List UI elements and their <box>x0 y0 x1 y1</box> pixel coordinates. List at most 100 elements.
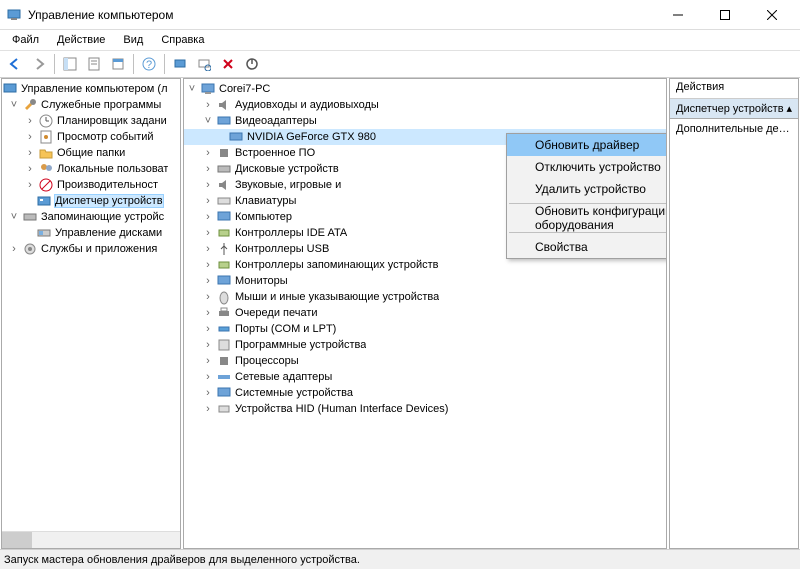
tree-eventviewer[interactable]: › Просмотр событий <box>2 129 180 145</box>
tree-devmgr[interactable]: Диспетчер устройств <box>2 193 180 209</box>
actions-selected[interactable]: Диспетчер устройств ▴ <box>670 99 798 119</box>
device-ports[interactable]: ›Порты (COM и LPT) <box>184 321 666 337</box>
expand-icon[interactable]: › <box>202 243 214 255</box>
expand-icon[interactable]: › <box>202 163 214 175</box>
actions-pane: Действия Диспетчер устройств ▴ Дополните… <box>669 78 799 549</box>
close-button[interactable] <box>749 1 794 29</box>
minimize-button[interactable] <box>655 1 700 29</box>
ctx-disable-device[interactable]: Отключить устройство <box>507 156 667 178</box>
expand-icon[interactable]: › <box>202 195 214 207</box>
expand-icon[interactable]: › <box>202 291 214 303</box>
tree-scheduler[interactable]: › Планировщик задани <box>2 113 180 129</box>
export-button[interactable] <box>107 53 129 75</box>
menu-view[interactable]: Вид <box>115 32 151 48</box>
device-storagectl[interactable]: ›Контроллеры запоминающих устройств <box>184 257 666 273</box>
actions-header: Действия <box>670 79 798 99</box>
expand-icon[interactable]: › <box>202 403 214 415</box>
expand-icon[interactable]: › <box>24 131 36 143</box>
expand-icon[interactable]: › <box>202 387 214 399</box>
expand-icon[interactable]: › <box>202 211 214 223</box>
uninstall-button[interactable] <box>217 53 239 75</box>
expand-icon[interactable]: › <box>24 179 36 191</box>
show-hide-tree-button[interactable] <box>59 53 81 75</box>
devices-icon-button[interactable] <box>169 53 191 75</box>
device-audio[interactable]: ›Аудиовходы и аудиовыходы <box>184 97 666 113</box>
scrollbar-horizontal[interactable] <box>2 531 180 548</box>
device-software[interactable]: ›Программные устройства <box>184 337 666 353</box>
expand-icon[interactable]: › <box>202 147 214 159</box>
collapse-icon[interactable]: ˅ <box>8 99 20 111</box>
services-icon <box>22 241 38 257</box>
tree-storage[interactable]: ˅ Запоминающие устройс <box>2 209 180 225</box>
collapse-icon[interactable]: ˅ <box>8 211 20 223</box>
tree-shared[interactable]: › Общие папки <box>2 145 180 161</box>
collapse-icon[interactable]: ˅ <box>202 115 214 127</box>
expand-icon[interactable]: › <box>24 147 36 159</box>
ctx-scan-hardware[interactable]: Обновить конфигурацию оборудования <box>507 207 667 229</box>
menu-help[interactable]: Справка <box>153 32 212 48</box>
console-tree[interactable]: Управление компьютером (л ˅ Служебные пр… <box>2 79 180 259</box>
maximize-button[interactable] <box>702 1 747 29</box>
help-button[interactable]: ? <box>138 53 160 75</box>
forward-button[interactable] <box>28 53 50 75</box>
ctx-update-driver[interactable]: Обновить драйвер <box>507 134 667 156</box>
display-adapter-icon <box>216 113 232 129</box>
devmgr-icon <box>36 193 52 209</box>
controller-icon <box>216 225 232 241</box>
system-icon <box>216 385 232 401</box>
expand-icon[interactable]: › <box>202 179 214 191</box>
properties-button[interactable] <box>83 53 105 75</box>
actions-more[interactable]: Дополнительные дей... <box>670 119 798 139</box>
expand-icon[interactable]: › <box>202 227 214 239</box>
monitor-icon <box>216 273 232 289</box>
expand-icon[interactable]: › <box>24 163 36 175</box>
software-icon <box>216 337 232 353</box>
device-print[interactable]: ›Очереди печати <box>184 305 666 321</box>
scan-button[interactable] <box>193 53 215 75</box>
expand-icon[interactable]: › <box>24 115 36 127</box>
expand-icon[interactable]: › <box>8 243 20 255</box>
expand-icon[interactable]: › <box>202 371 214 383</box>
usb-icon <box>216 241 232 257</box>
statusbar: Запуск мастера обновления драйверов для … <box>0 549 800 569</box>
clock-icon <box>38 113 54 129</box>
tree-users[interactable]: › Локальные пользоват <box>2 161 180 177</box>
tree-perf[interactable]: › Производительност <box>2 177 180 193</box>
ctx-properties[interactable]: Свойства <box>507 236 667 258</box>
menu-action[interactable]: Действие <box>49 32 113 48</box>
port-icon <box>216 321 232 337</box>
device-video[interactable]: ˅Видеоадаптеры <box>184 113 666 129</box>
expand-icon[interactable]: › <box>202 99 214 111</box>
users-icon <box>38 161 54 177</box>
pc-icon <box>200 81 216 97</box>
toolbar-separator <box>164 54 165 74</box>
tree-tools[interactable]: ˅ Служебные программы <box>2 97 180 113</box>
back-button[interactable] <box>4 53 26 75</box>
tree-services[interactable]: › Службы и приложения <box>2 241 180 257</box>
audio-icon <box>216 97 232 113</box>
svg-text:?: ? <box>146 59 152 71</box>
expand-icon[interactable]: › <box>202 323 214 335</box>
menubar: Файл Действие Вид Справка <box>0 30 800 50</box>
tree-disks[interactable]: Управление дисками <box>2 225 180 241</box>
expand-icon[interactable]: › <box>202 307 214 319</box>
toolbar-separator <box>54 54 55 74</box>
device-mouse[interactable]: ›Мыши и иные указывающие устройства <box>184 289 666 305</box>
ctx-uninstall-device[interactable]: Удалить устройство <box>507 178 667 200</box>
collapse-icon[interactable]: ˅ <box>186 83 198 95</box>
device-system[interactable]: ›Системные устройства <box>184 385 666 401</box>
scroll-thumb[interactable] <box>2 532 32 549</box>
actions-selected-label: Диспетчер устройств <box>676 103 784 115</box>
disable-button[interactable] <box>241 53 263 75</box>
device-net[interactable]: ›Сетевые адаптеры <box>184 369 666 385</box>
expand-icon[interactable]: › <box>202 355 214 367</box>
expand-icon[interactable]: › <box>202 339 214 351</box>
device-monitor[interactable]: ›Мониторы <box>184 273 666 289</box>
device-cpu[interactable]: ›Процессоры <box>184 353 666 369</box>
expand-icon[interactable]: › <box>202 259 214 271</box>
expand-icon[interactable]: › <box>202 275 214 287</box>
device-root[interactable]: ˅ Corei7-PC <box>184 81 666 97</box>
tree-root[interactable]: Управление компьютером (л <box>2 81 180 97</box>
device-hid[interactable]: ›Устройства HID (Human Interface Devices… <box>184 401 666 417</box>
menu-file[interactable]: Файл <box>4 32 47 48</box>
